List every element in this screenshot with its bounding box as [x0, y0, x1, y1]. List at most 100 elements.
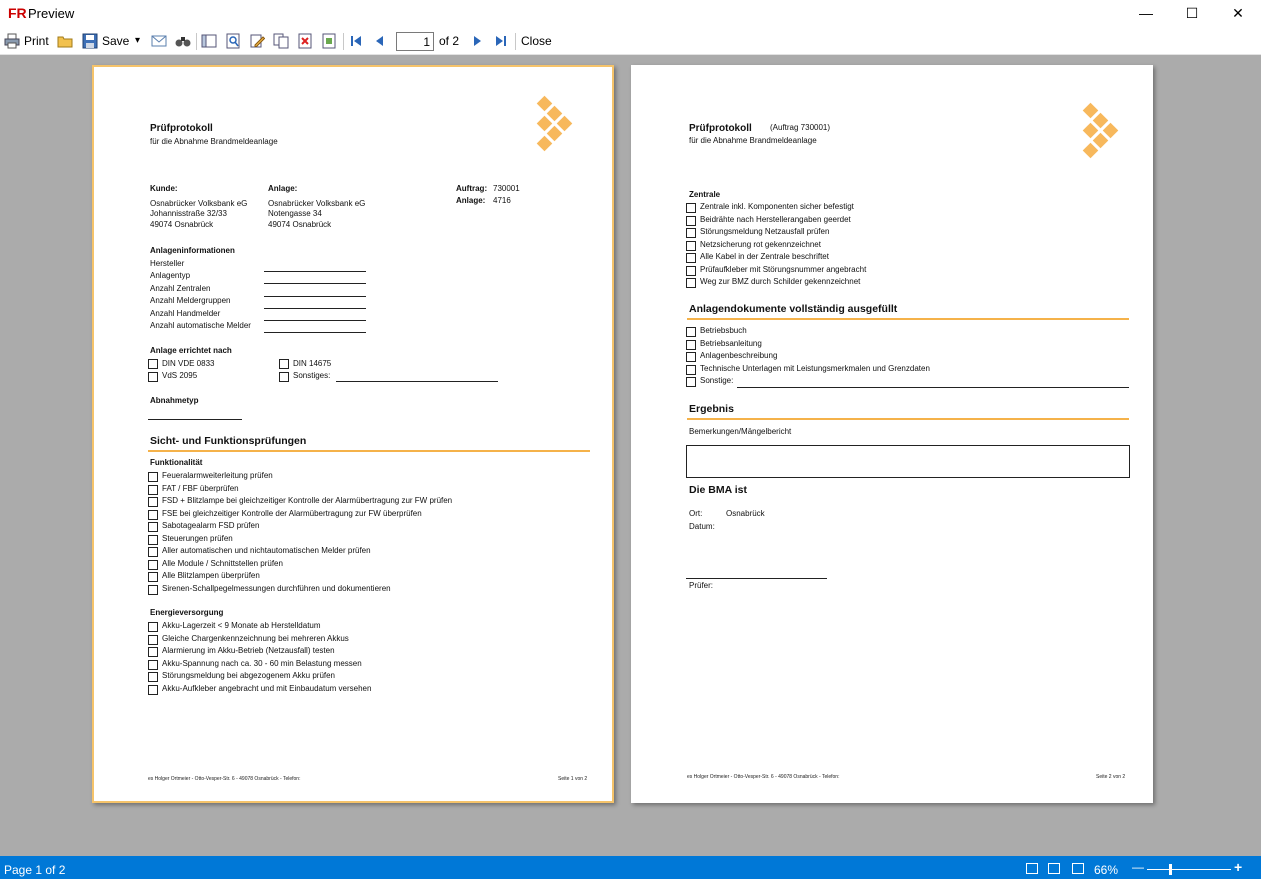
checkbox[interactable] [686, 228, 696, 238]
prev-page-icon[interactable] [372, 33, 388, 49]
checkbox[interactable] [686, 265, 696, 276]
checkbox[interactable] [148, 634, 158, 645]
checkbox[interactable] [148, 372, 158, 382]
fill-line [264, 320, 366, 321]
bma-status-heading: Die BMA ist [689, 484, 747, 496]
report-subtitle: für die Abnahme Brandmeldeanlage [689, 136, 817, 145]
checkbox-label: DIN 14675 [293, 359, 332, 368]
printer-icon [4, 33, 20, 49]
inspector-label: Prüfer: [689, 581, 714, 590]
info-item: Anzahl Zentralen [150, 284, 211, 293]
checkbox[interactable] [686, 364, 696, 375]
toolbar-separator [196, 33, 197, 50]
close-window-button[interactable]: ✕ [1215, 0, 1261, 28]
logo-diamond [1082, 142, 1099, 159]
checklist-item-label: Betriebsbuch [700, 326, 747, 335]
zoom-icon[interactable] [225, 33, 241, 49]
report-page-1[interactable]: Prüfprotokoll für die Abnahme Brandmelde… [92, 65, 614, 803]
checkbox[interactable] [148, 684, 158, 695]
checklist-item-label: Beidrähte nach Herstellerangaben geerdet [700, 214, 851, 224]
checklist-item-label: Weg zur BMZ durch Schilder gekennzeichne… [700, 277, 861, 286]
checkbox[interactable] [148, 659, 158, 670]
save-dropdown-icon[interactable]: ▾ [135, 32, 140, 50]
checklist-item-label: Technische Unterlagen mit Leistungsmerkm… [700, 363, 930, 373]
customer-line: 49074 Osnabrück [150, 220, 214, 229]
checkbox[interactable] [148, 672, 158, 682]
checklist-item-label: FAT / FBF überprüfen [162, 483, 239, 493]
checklist-item-label: Akku-Aufkleber angebracht und mit Einbau… [162, 683, 372, 693]
print-button[interactable]: Print [2, 28, 50, 55]
checkbox[interactable] [148, 534, 158, 545]
checkbox[interactable] [148, 522, 158, 532]
checkbox[interactable] [686, 352, 696, 362]
checkbox[interactable] [279, 359, 289, 369]
checkbox[interactable] [148, 559, 158, 570]
checklist-item-label: Gleiche Chargenkennzeichnung bei mehrere… [162, 633, 349, 643]
page-width-view-icon[interactable] [1048, 863, 1060, 874]
control-unit-heading: Zentrale [689, 190, 721, 199]
checklist-item-label: Netzsicherung rot gekennzeichnet [700, 239, 821, 249]
delete-page-icon[interactable] [297, 33, 313, 49]
fill-line [264, 308, 366, 309]
save-button[interactable]: Save [80, 28, 130, 55]
single-page-view-icon[interactable] [1026, 863, 1038, 874]
checklist-item-label: Akku-Lagerzeit < 9 Monate ab Herstelldat… [162, 621, 321, 630]
watermark-icon[interactable] [321, 33, 337, 49]
checkbox[interactable] [148, 509, 158, 520]
zoom-in-button[interactable]: + [1234, 859, 1242, 875]
checkbox[interactable] [686, 339, 696, 350]
close-preview-button[interactable]: Close [521, 32, 552, 50]
outline-icon[interactable] [201, 33, 217, 49]
page-footer-left: es Holger Ortmeier - Otto-Vesper-Str. 6 … [148, 776, 301, 782]
checklist-item-label: FSE bei gleichzeitiger Kontrolle der Ala… [162, 508, 422, 518]
email-icon[interactable] [151, 33, 167, 49]
zoom-slider[interactable] [1147, 869, 1231, 870]
order-tag: (Auftrag 730001) [770, 123, 831, 132]
checkbox[interactable] [148, 572, 158, 582]
checkbox[interactable] [148, 584, 158, 595]
checklist-item-label: Alle Module / Schnittstellen prüfen [162, 558, 283, 568]
checklist-item-label: Sirenen-Schallpegelmessungen durchführen… [162, 583, 391, 593]
facility-label: Anlage: [268, 184, 298, 193]
customer-line: Osnabrücker Volksbank eG [150, 199, 248, 208]
checkbox[interactable] [686, 278, 696, 288]
section-divider [687, 418, 1129, 420]
fill-line [264, 271, 366, 272]
facility-line: Notengasse 34 [268, 209, 322, 218]
checkbox[interactable] [686, 203, 696, 213]
window-title: Preview [28, 6, 75, 21]
checkbox[interactable] [279, 372, 289, 382]
report-title: Prüfprotokoll [150, 123, 213, 134]
checkbox[interactable] [686, 240, 696, 251]
next-page-icon[interactable] [469, 33, 485, 49]
first-page-icon[interactable] [348, 33, 364, 49]
checkbox[interactable] [686, 215, 696, 226]
remarks-box[interactable] [686, 445, 1130, 478]
zoom-slider-thumb[interactable] [1169, 864, 1172, 875]
checkbox[interactable] [686, 377, 696, 387]
minimize-button[interactable]: — [1123, 0, 1169, 28]
copy-page-icon[interactable] [273, 33, 289, 49]
checkbox[interactable] [148, 622, 158, 632]
date-label: Datum: [689, 522, 715, 531]
multi-page-view-icon[interactable] [1072, 863, 1084, 874]
edit-icon[interactable] [249, 33, 265, 49]
checkbox[interactable] [148, 497, 158, 507]
last-page-icon[interactable] [493, 33, 509, 49]
find-icon[interactable] [175, 33, 191, 49]
page-number-input[interactable] [396, 32, 434, 51]
zoom-out-button[interactable]: — [1132, 860, 1144, 874]
open-icon[interactable] [57, 33, 73, 49]
checkbox[interactable] [148, 547, 158, 557]
checklist-item-label: Sabotagealarm FSD prüfen [162, 521, 260, 530]
maximize-button[interactable]: ☐ [1169, 0, 1215, 28]
checkbox[interactable] [148, 484, 158, 495]
remarks-label: Bemerkungen/Mängelbericht [689, 427, 792, 436]
report-page-2[interactable]: Prüfprotokoll (Auftrag 730001) für die A… [631, 65, 1153, 803]
zoom-level: 66% [1094, 863, 1119, 877]
checkbox[interactable] [148, 472, 158, 482]
checkbox[interactable] [686, 327, 696, 337]
checkbox[interactable] [148, 647, 158, 657]
checkbox[interactable] [148, 359, 158, 369]
checkbox[interactable] [686, 253, 696, 263]
